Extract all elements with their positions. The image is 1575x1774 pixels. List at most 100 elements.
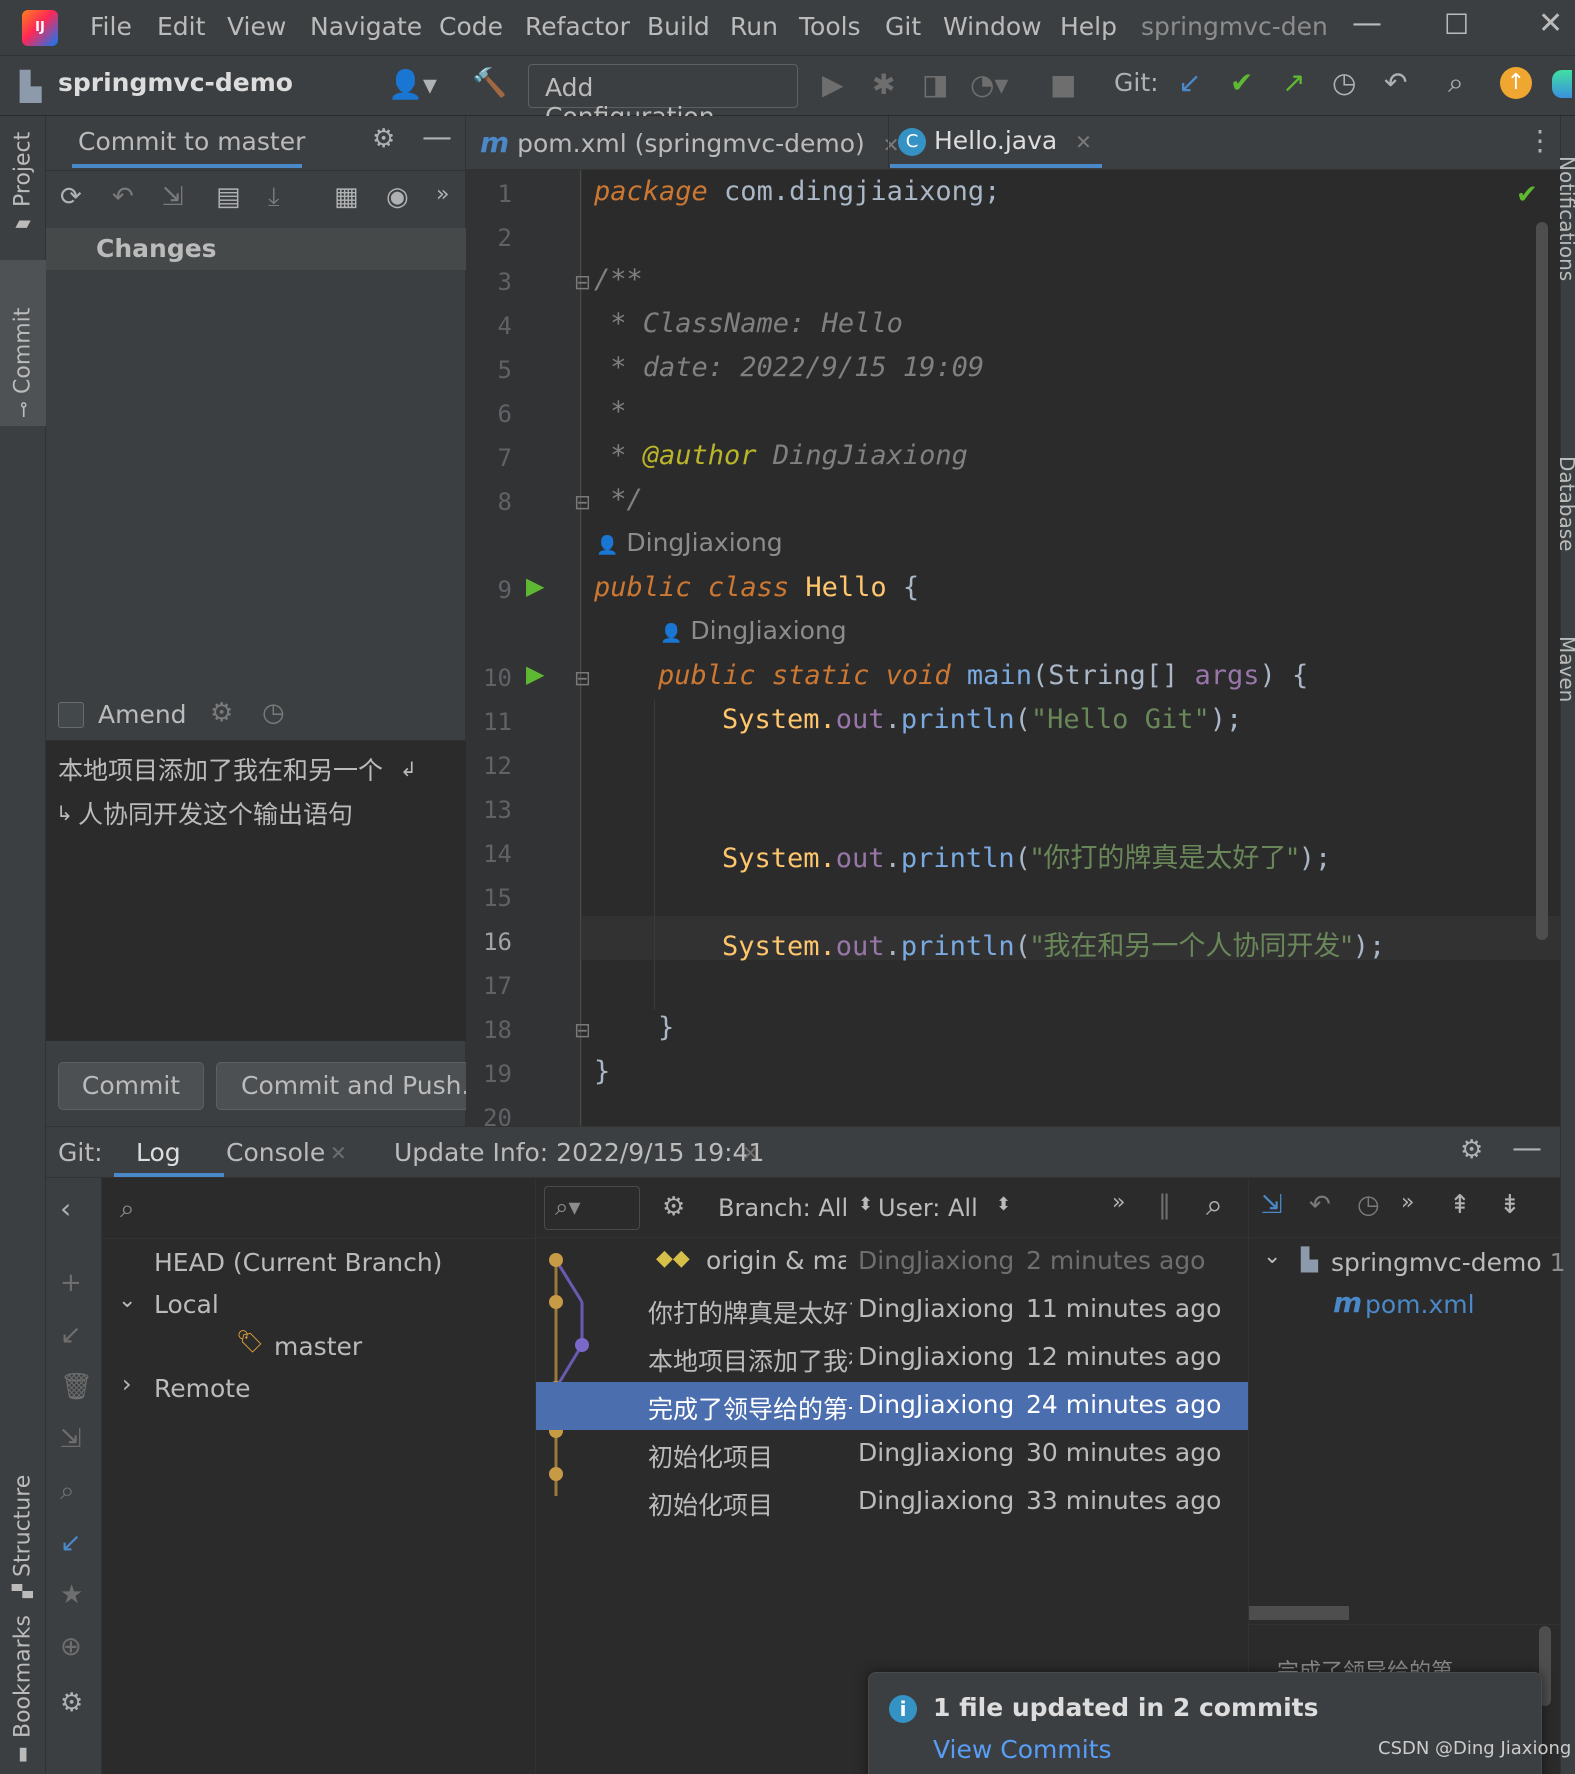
menu-code[interactable]: Code [439,12,503,41]
settings-gear-icon[interactable]: ⚙ [372,124,395,154]
project-breadcrumb[interactable]: springmvc-demo [58,68,293,97]
code-author-hint[interactable]: 👤 DingJiaxiong [660,616,847,645]
log-settings-gear-icon[interactable]: ⚙ [60,1688,83,1718]
commit-tool-tab[interactable]: ⊸ Commit [0,260,46,426]
inspection-ok-icon[interactable]: ✔ [1516,180,1538,210]
pause-icon[interactable]: ‖ [1158,1190,1171,1220]
head-current-branch[interactable]: HEAD (Current Branch) [154,1248,442,1277]
close-tab-icon[interactable]: ✕ [742,1141,759,1165]
fetch-icon[interactable]: ↙ [60,1528,82,1558]
remote-branches-group[interactable]: Remote [154,1374,250,1403]
log-options-gear-icon[interactable]: ⚙ [662,1192,685,1222]
search-everywhere-icon[interactable]: ⌕ [1448,66,1464,100]
commit-to-master-tab[interactable]: Commit to master [78,127,305,156]
search-commits-icon[interactable]: ⌕ [1206,1188,1223,1223]
structure-tool-tab[interactable]: ▞ Structure [0,1456,46,1606]
maven-tool-tab[interactable]: Maven [1559,636,1575,756]
menu-build[interactable]: Build [647,12,710,41]
menu-file[interactable]: File [90,12,132,41]
menu-help[interactable]: Help [1060,12,1117,41]
close-tab-icon[interactable]: ✕ [330,1141,347,1165]
show-diff-icon[interactable]: ⇲ [1261,1190,1283,1220]
more-icon[interactable]: » [1401,1190,1414,1215]
branch-filter[interactable]: Branch: All [718,1194,848,1222]
favorite-star-icon[interactable]: ★ [60,1580,83,1610]
git-history-icon[interactable]: ◷ [1332,66,1356,99]
new-branch-plus-icon[interactable]: + [60,1268,82,1298]
log-search-field[interactable]: ⌕▾ [544,1186,640,1230]
code-line-14[interactable]: System.out.println("你打的牌真是太好了"); [722,836,1331,875]
close-window-icon[interactable]: ✕ [1538,6,1563,41]
code-line-1[interactable]: package com.dingjiaixong; [594,176,1000,207]
changelist-icon[interactable]: ▤ [216,182,241,212]
menu-git[interactable]: Git [885,12,921,41]
search-branch-icon[interactable]: ⌕ [60,1476,75,1507]
bookmarks-tool-tab[interactable]: ▮ Bookmarks [0,1615,46,1774]
group-by-icon[interactable]: ▦ [334,182,359,212]
chevron-down-icon[interactable]: ⌄ [118,1288,136,1313]
branch-master[interactable]: master [274,1332,362,1361]
more-filters-icon[interactable]: » [1112,1190,1125,1215]
changed-root[interactable]: springmvc-demo 1 [1331,1248,1566,1277]
editor-more-icon[interactable]: ⋮ [1526,124,1554,157]
fold-icon[interactable]: ⊟ [574,1018,591,1042]
run-icon[interactable]: ▶ [822,68,844,101]
git-update-icon[interactable]: ↙ [1178,66,1201,99]
history-icon[interactable]: ◷ [1357,1190,1380,1220]
code-line-11[interactable]: System.out.println("Hello Git"); [722,704,1242,735]
code-line-9[interactable]: public class Hello { [594,572,919,603]
fold-icon[interactable]: ⊟ [574,666,591,690]
horizontal-scrollbar[interactable] [1249,1606,1349,1620]
menu-navigate[interactable]: Navigate [310,12,422,41]
refresh-icon[interactable]: ⟳ [60,182,82,212]
amend-checkbox[interactable] [58,702,84,728]
code-line-4[interactable]: * ClassName: Hello [594,308,903,339]
plugin-icon[interactable] [1552,70,1572,98]
commit-row[interactable]: 初始化项目 DingJiaxiong 30 minutes ago [586,1430,1294,1478]
commit-button[interactable]: Commit [58,1062,204,1110]
editor-scrollbar[interactable] [1536,222,1548,940]
commit-row[interactable]: 初始化项目 DingJiaxiong 33 minutes ago [586,1478,1294,1526]
local-branches-group[interactable]: Local [154,1290,219,1319]
database-tool-tab[interactable]: Database [1559,456,1575,606]
view-commits-link[interactable]: View Commits [933,1735,1112,1764]
commit-row[interactable]: 你打的牌真是太好了 DingJiaxiong 11 minutes ago [586,1286,1294,1334]
code-line-3[interactable]: /** [594,264,643,295]
shelve-icon[interactable]: ⤓ [268,182,280,213]
code-line-6[interactable]: * [594,396,626,427]
commit-options-gear-icon[interactable]: ⚙ [210,698,233,728]
stop-icon[interactable]: ■ [1050,68,1076,101]
maximize-icon[interactable]: ☐ [1444,8,1469,41]
menu-run[interactable]: Run [730,12,778,41]
code-line-8[interactable]: */ [594,484,643,515]
menu-view[interactable]: View [227,12,286,41]
view-options-eye-icon[interactable]: ◉ [386,182,409,212]
code-line-5[interactable]: * date: 2022/9/15 19:09 [594,352,984,383]
user-icon[interactable]: 👤▾ [388,68,437,101]
commit-row[interactable]: 本地项目添加了我在 DingJiaxiong 12 minutes ago [586,1334,1294,1382]
code-line-18[interactable]: } [658,1012,674,1043]
tab-console[interactable]: Console [226,1138,325,1167]
collapse-all-icon[interactable]: ⇟ [1499,1190,1521,1220]
profile-icon[interactable]: ◔▾ [970,68,1009,101]
ide-update-icon[interactable]: ↑ [1500,67,1532,99]
tab-update-info[interactable]: Update Info: 2022/9/15 19:41 [394,1138,764,1167]
tab-pom-xml[interactable]: m pom.xml (springmvc-demo) ✕ [480,126,900,166]
git-push-icon[interactable]: ↗ [1282,66,1305,99]
git-commit-icon[interactable]: ✔ [1230,66,1253,99]
revert-icon[interactable]: ↶ [1309,1190,1331,1220]
menu-window[interactable]: Window [943,12,1042,41]
coverage-icon[interactable]: ◨ [922,68,948,101]
more-actions-icon[interactable]: » [436,182,449,207]
compare-icon[interactable]: ⇲ [60,1424,82,1454]
git-settings-gear-icon[interactable]: ⚙ [1460,1135,1483,1165]
commit-message-history-icon[interactable]: ◷ [262,698,285,728]
changed-file-pom[interactable]: pom.xml [1365,1290,1475,1319]
commit-and-push-button[interactable]: Commit and Push... [216,1062,466,1110]
rollback-icon[interactable]: ↶ [112,182,134,212]
menu-tools[interactable]: Tools [799,12,861,41]
git-rollback-icon[interactable]: ↶ [1384,66,1407,99]
search-icon[interactable]: ⌕ [120,1194,135,1225]
commit-message-field[interactable]: 本地项目添加了我在和另一个 ↲ ↳ 人协同开发这个输出语句 [46,741,466,1041]
minimize-icon[interactable]: — [1352,6,1382,41]
